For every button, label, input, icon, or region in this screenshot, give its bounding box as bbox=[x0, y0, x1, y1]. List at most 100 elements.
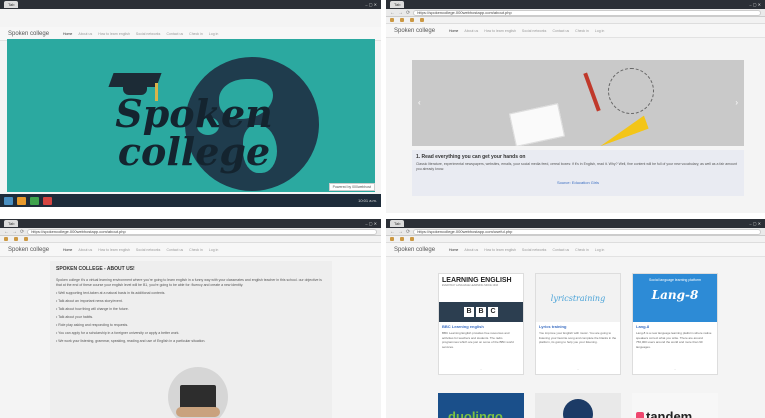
nav-about[interactable]: About us bbox=[464, 29, 478, 33]
bookmark[interactable] bbox=[4, 237, 8, 241]
tandem-logo-icon bbox=[636, 412, 644, 418]
nav-login[interactable]: Log in bbox=[209, 248, 219, 252]
bookmark[interactable] bbox=[390, 18, 394, 22]
taskbar-clock: 10:01 a.m. bbox=[358, 198, 377, 203]
card-more[interactable]: ... bbox=[439, 367, 523, 371]
forward-icon[interactable]: → bbox=[398, 229, 403, 235]
nav-home[interactable]: Home bbox=[449, 248, 458, 252]
back-icon[interactable]: ← bbox=[390, 10, 395, 16]
card-more[interactable]: ... bbox=[536, 367, 620, 371]
back-icon[interactable]: ← bbox=[4, 229, 9, 235]
about-bullet: • Talk about an important news story/eve… bbox=[56, 299, 123, 303]
card-title[interactable]: Lyrics training bbox=[536, 322, 620, 331]
site-brand[interactable]: Spoken college bbox=[8, 247, 49, 253]
bookmark[interactable] bbox=[400, 18, 404, 22]
nav-learn[interactable]: How to learn english bbox=[98, 248, 130, 252]
site-navbar: Spoken college Home About us How to lear… bbox=[0, 243, 381, 257]
window-controls[interactable]: – ▢ ✕ bbox=[365, 2, 377, 7]
window-controls[interactable]: – ▢ ✕ bbox=[749, 221, 761, 226]
tab-bar: Tab – ▢ ✕ bbox=[0, 0, 381, 9]
nav-login[interactable]: Log in bbox=[209, 32, 219, 36]
forward-icon[interactable]: → bbox=[12, 229, 17, 235]
source-link[interactable]: Source: Education Girls bbox=[416, 180, 740, 185]
bbc-logo: BBC bbox=[439, 302, 523, 322]
nav-contact[interactable]: Contact us bbox=[166, 248, 183, 252]
tip-title: 1. Read everything you can get your hand… bbox=[416, 154, 526, 160]
chrome-icon[interactable] bbox=[30, 196, 39, 205]
bookmark[interactable] bbox=[410, 237, 414, 241]
nav-login[interactable]: Log in bbox=[595, 248, 605, 252]
reload-icon[interactable]: ⟳ bbox=[20, 229, 24, 235]
nav-social[interactable]: Social networks bbox=[522, 29, 547, 33]
reload-icon[interactable]: ⟳ bbox=[406, 10, 410, 16]
lang8-card-image: Social language learning platform Lang-8 bbox=[633, 274, 717, 322]
reload-icon[interactable]: ⟳ bbox=[406, 229, 410, 235]
nav-contact[interactable]: Contact us bbox=[552, 248, 569, 252]
nav-checkin[interactable]: Check in bbox=[575, 29, 589, 33]
powered-badge[interactable]: Powered by 000webhost bbox=[328, 183, 375, 191]
forward-icon[interactable]: → bbox=[398, 10, 403, 16]
carousel-prev-icon[interactable]: ‹ bbox=[418, 98, 421, 107]
back-icon[interactable]: ← bbox=[390, 229, 395, 235]
site-navbar: Spoken college Home About us How to lear… bbox=[386, 243, 765, 257]
nav-social[interactable]: Social networks bbox=[522, 248, 547, 252]
bookmarks-bar bbox=[386, 17, 765, 24]
site-brand[interactable]: Spoken college bbox=[394, 247, 435, 253]
nav-social[interactable]: Social networks bbox=[136, 248, 161, 252]
paper-graphic bbox=[509, 103, 565, 146]
nav-about[interactable]: About us bbox=[78, 248, 92, 252]
resource-card-bbc[interactable]: LEARNING ENGLISH EVERYDAY LANGUAGE LEARN… bbox=[438, 273, 524, 375]
nav-checkin[interactable]: Check in bbox=[189, 248, 203, 252]
browser-tab[interactable]: Tab bbox=[390, 1, 405, 8]
bookmarks-bar bbox=[386, 236, 765, 243]
about-bullet: • Well supporting text-taken at a natura… bbox=[56, 291, 166, 295]
nav-home[interactable]: Home bbox=[63, 248, 72, 252]
bookmark[interactable] bbox=[410, 18, 414, 22]
nav-checkin[interactable]: Check in bbox=[575, 248, 589, 252]
nav-learn[interactable]: How to learn english bbox=[484, 248, 516, 252]
resource-card-lang8[interactable]: Social language learning platform Lang-8… bbox=[632, 273, 718, 375]
nav-checkin[interactable]: Check in bbox=[189, 32, 203, 36]
card-title[interactable]: Lang-8 bbox=[633, 322, 717, 331]
nav-learn[interactable]: How to learn english bbox=[98, 32, 130, 36]
start-icon[interactable] bbox=[4, 196, 13, 205]
url-input[interactable]: https://spokencollege.000webhostapp.com/… bbox=[413, 228, 761, 235]
badge-logo bbox=[563, 399, 593, 418]
nav-home[interactable]: Home bbox=[63, 32, 72, 36]
bookmark[interactable] bbox=[24, 237, 28, 241]
nav-contact[interactable]: Contact us bbox=[166, 32, 183, 36]
site-brand[interactable]: Spoken college bbox=[394, 28, 435, 34]
nav-contact[interactable]: Contact us bbox=[552, 29, 569, 33]
tip-text: Classic literature, experimental newspap… bbox=[416, 162, 737, 171]
nav-about[interactable]: About us bbox=[464, 248, 478, 252]
bookmark[interactable] bbox=[400, 237, 404, 241]
bookmark[interactable] bbox=[14, 237, 18, 241]
browser-tab[interactable]: Tab bbox=[390, 220, 405, 227]
browser-tab[interactable]: Tab bbox=[4, 1, 19, 8]
window-controls[interactable]: – ▢ ✕ bbox=[749, 2, 761, 7]
window-controls[interactable]: – ▢ ✕ bbox=[365, 221, 377, 226]
resource-card-tandem[interactable]: tandem bbox=[632, 393, 718, 418]
carousel-next-icon[interactable]: › bbox=[735, 98, 738, 107]
nav-home[interactable]: Home bbox=[449, 29, 458, 33]
url-input[interactable]: https://spokencollege.000webhostapp.com/… bbox=[413, 9, 761, 16]
browser-tab[interactable]: Tab bbox=[4, 220, 19, 227]
image-carousel[interactable]: ‹ › bbox=[412, 60, 744, 146]
resource-card-lyrics[interactable]: lyricstraining Lyrics training You impro… bbox=[535, 273, 621, 375]
app-icon[interactable] bbox=[43, 196, 52, 205]
resource-card-badge[interactable] bbox=[535, 393, 621, 418]
address-bar: ← → ⟳ https://spokencollege.000webhostap… bbox=[386, 228, 765, 236]
site-brand[interactable]: Spoken college bbox=[8, 31, 49, 37]
about-bullet: • Talk about your habits. bbox=[56, 315, 94, 319]
url-input[interactable]: https://spokencollege.000webhostapp.com/… bbox=[27, 228, 377, 235]
nav-social[interactable]: Social networks bbox=[136, 32, 161, 36]
explorer-icon[interactable] bbox=[17, 196, 26, 205]
nav-login[interactable]: Log in bbox=[595, 29, 605, 33]
resource-card-duolingo[interactable]: duolingo bbox=[438, 393, 524, 418]
bookmark[interactable] bbox=[420, 18, 424, 22]
card-title[interactable]: BBC Learning english bbox=[439, 322, 523, 331]
bookmark[interactable] bbox=[390, 237, 394, 241]
nav-learn[interactable]: How to learn english bbox=[484, 29, 516, 33]
card-more[interactable]: ... bbox=[633, 367, 717, 371]
nav-about[interactable]: About us bbox=[78, 32, 92, 36]
